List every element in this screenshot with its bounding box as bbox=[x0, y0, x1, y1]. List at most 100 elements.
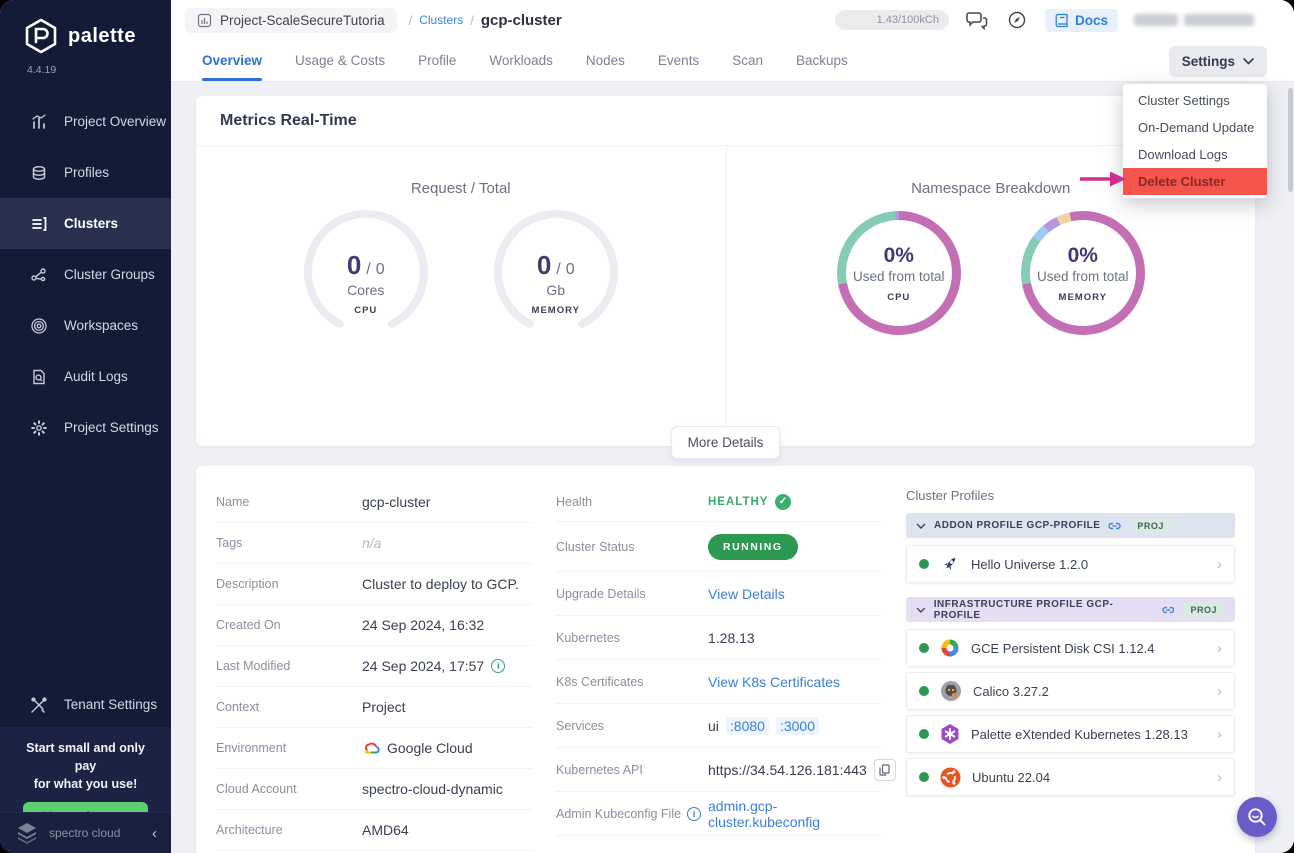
spectro-cloud-brand: spectro cloud bbox=[49, 826, 143, 840]
cpu-used-caption: Used from total bbox=[853, 269, 945, 284]
sidebar-item-cluster-groups[interactable]: Cluster Groups bbox=[0, 249, 171, 300]
settings-button[interactable]: Settings bbox=[1169, 46, 1267, 77]
search-fab-button[interactable] bbox=[1237, 797, 1277, 837]
row-admin-kubeconfig: Admin Kubeconfig File i admin.gcp-cluste… bbox=[556, 792, 882, 836]
chevron-down-icon bbox=[1243, 58, 1254, 65]
status-dot bbox=[919, 686, 929, 696]
info-icon[interactable]: i bbox=[687, 807, 701, 821]
collapse-sidebar-icon[interactable]: ‹ bbox=[152, 825, 157, 842]
cpu-used-percent: 0% bbox=[884, 244, 914, 268]
row-upgrade-details: Upgrade Details View Details bbox=[556, 572, 882, 616]
cpu-total-value: 0 bbox=[376, 261, 385, 279]
check-circle-icon: ✓ bbox=[775, 494, 791, 510]
chat-icon[interactable] bbox=[965, 8, 989, 32]
nodes-icon bbox=[29, 265, 49, 285]
app-version: 4.4.19 bbox=[0, 54, 171, 76]
tab-workloads[interactable]: Workloads bbox=[489, 40, 553, 81]
rocket-icon bbox=[940, 554, 960, 574]
memory-total-value: 0 bbox=[566, 261, 575, 279]
gear-icon bbox=[29, 418, 49, 438]
copy-icon[interactable] bbox=[874, 759, 896, 781]
metrics-title: Metrics Real-Time bbox=[220, 112, 357, 130]
sidebar-tenant-section: Tenant Settings bbox=[0, 679, 171, 730]
profile-layer-calico[interactable]: Calico 3.27.2 › bbox=[906, 672, 1235, 710]
sidebar-item-label: Cluster Groups bbox=[64, 267, 155, 282]
cluster-tabs: Overview Usage & Costs Profile Workloads… bbox=[171, 40, 1294, 82]
usage-badge[interactable]: 1.43/100kCh bbox=[835, 10, 949, 30]
tab-profile[interactable]: Profile bbox=[418, 40, 456, 81]
layers-icon bbox=[29, 163, 49, 183]
sidebar-item-tenant-settings[interactable]: Tenant Settings bbox=[0, 679, 171, 730]
annotation-arrow-icon bbox=[1079, 170, 1127, 188]
menu-item-download-logs[interactable]: Download Logs bbox=[1123, 141, 1267, 168]
compass-icon[interactable] bbox=[1005, 8, 1029, 32]
cpu-request-value: 0 bbox=[347, 250, 361, 281]
view-details-link[interactable]: View Details bbox=[708, 586, 785, 602]
info-icon[interactable]: i bbox=[491, 659, 505, 673]
tab-usage-costs[interactable]: Usage & Costs bbox=[295, 40, 385, 81]
tab-scan[interactable]: Scan bbox=[732, 40, 763, 81]
sidebar-item-project-overview[interactable]: Project Overview bbox=[0, 96, 171, 147]
sidebar-item-profiles[interactable]: Profiles bbox=[0, 147, 171, 198]
infrastructure-profile-group-header[interactable]: INFRASTRUCTURE PROFILE GCP-PROFILE PROJ bbox=[906, 597, 1235, 622]
sidebar-item-project-settings[interactable]: Project Settings bbox=[0, 402, 171, 453]
tab-nodes[interactable]: Nodes bbox=[586, 40, 625, 81]
service-port-link[interactable]: :3000 bbox=[776, 717, 819, 735]
addon-profile-group-header[interactable]: ADDON PROFILE GCP-PROFILE PROJ bbox=[906, 513, 1235, 538]
memory-gauge: 0 / 0 Gb MEMORY bbox=[491, 207, 621, 337]
row-health: Health HEALTHY ✓ bbox=[556, 482, 882, 522]
user-name-redacted[interactable] bbox=[1134, 14, 1254, 26]
profile-layer-gce-disk[interactable]: GCE Persistent Disk CSI 1.12.4 › bbox=[906, 629, 1235, 667]
tab-overview[interactable]: Overview bbox=[202, 40, 262, 81]
top-bar: Project-ScaleSecureTutoria / Clusters / … bbox=[171, 0, 1294, 40]
sidebar-footer: spectro cloud ‹ bbox=[0, 812, 171, 853]
running-status-badge: RUNNING bbox=[708, 534, 798, 560]
profile-layer-palette-k8s[interactable]: Palette eXtended Kubernetes 1.28.13 › bbox=[906, 715, 1235, 753]
calico-icon bbox=[940, 680, 962, 702]
api-endpoint: https://34.54.126.181:443 bbox=[708, 762, 867, 778]
row-tags: Tags n/a bbox=[216, 523, 532, 564]
app-window: palette 4.4.19 Project Overview Profiles bbox=[0, 0, 1294, 853]
cpu-donut-label: CPU bbox=[887, 292, 910, 303]
kubeconfig-download-link[interactable]: admin.gcp-cluster.kubeconfig bbox=[708, 798, 882, 830]
profile-layer-ubuntu[interactable]: Ubuntu 22.04 › bbox=[906, 758, 1235, 796]
menu-item-delete-cluster[interactable]: Delete Cluster bbox=[1123, 168, 1267, 195]
status-dot bbox=[919, 729, 929, 739]
tools-icon bbox=[29, 695, 49, 715]
sidebar-item-clusters[interactable]: Clusters bbox=[0, 198, 171, 249]
tab-backups[interactable]: Backups bbox=[796, 40, 848, 81]
metrics-card: Metrics Real-Time Incl Request / Total 0 bbox=[196, 96, 1255, 446]
palette-logo: palette bbox=[0, 0, 171, 54]
row-kubernetes-api: Kubernetes API https://34.54.126.181:443 bbox=[556, 748, 882, 792]
docs-button[interactable]: Docs bbox=[1045, 9, 1118, 32]
metrics-body: Request / Total 0 / 0 bbox=[196, 146, 1255, 445]
sidebar-item-audit-logs[interactable]: Audit Logs bbox=[0, 351, 171, 402]
breadcrumb-clusters-link[interactable]: Clusters bbox=[419, 13, 463, 27]
spectro-cloud-logo-icon bbox=[14, 821, 40, 845]
ubuntu-icon bbox=[940, 767, 961, 788]
service-port-link[interactable]: :8080 bbox=[726, 717, 769, 735]
profile-layer-hello-universe[interactable]: Hello Universe 1.2.0 › bbox=[906, 545, 1235, 583]
request-total-title: Request / Total bbox=[411, 180, 511, 197]
magnifier-icon bbox=[1246, 806, 1268, 828]
sidebar-item-workspaces[interactable]: Workspaces bbox=[0, 300, 171, 351]
project-selector[interactable]: Project-ScaleSecureTutoria bbox=[185, 8, 397, 33]
link-icon bbox=[1108, 522, 1121, 530]
tab-events[interactable]: Events bbox=[658, 40, 699, 81]
more-details-button[interactable]: More Details bbox=[671, 426, 781, 459]
project-icon bbox=[197, 13, 212, 28]
sidebar-item-label: Audit Logs bbox=[64, 369, 128, 384]
memory-donut-chart: 0% Used from total MEMORY bbox=[1021, 211, 1145, 335]
chevron-right-icon: › bbox=[1217, 726, 1222, 743]
scrollbar-thumb[interactable] bbox=[1288, 88, 1293, 192]
menu-item-on-demand-update[interactable]: On-Demand Update bbox=[1123, 114, 1267, 141]
menu-item-cluster-settings[interactable]: Cluster Settings bbox=[1123, 87, 1267, 114]
sidebar-item-label: Workspaces bbox=[64, 318, 138, 333]
chevron-down-icon bbox=[916, 523, 926, 529]
cpu-gauge-label: CPU bbox=[354, 305, 377, 316]
status-dot bbox=[919, 772, 929, 782]
palette-hexagon-icon bbox=[24, 18, 58, 54]
proj-scope-badge: PROJ bbox=[1129, 518, 1172, 534]
breadcrumb: / Clusters / gcp-cluster bbox=[409, 12, 562, 29]
view-k8s-certificates-link[interactable]: View K8s Certificates bbox=[708, 674, 840, 690]
